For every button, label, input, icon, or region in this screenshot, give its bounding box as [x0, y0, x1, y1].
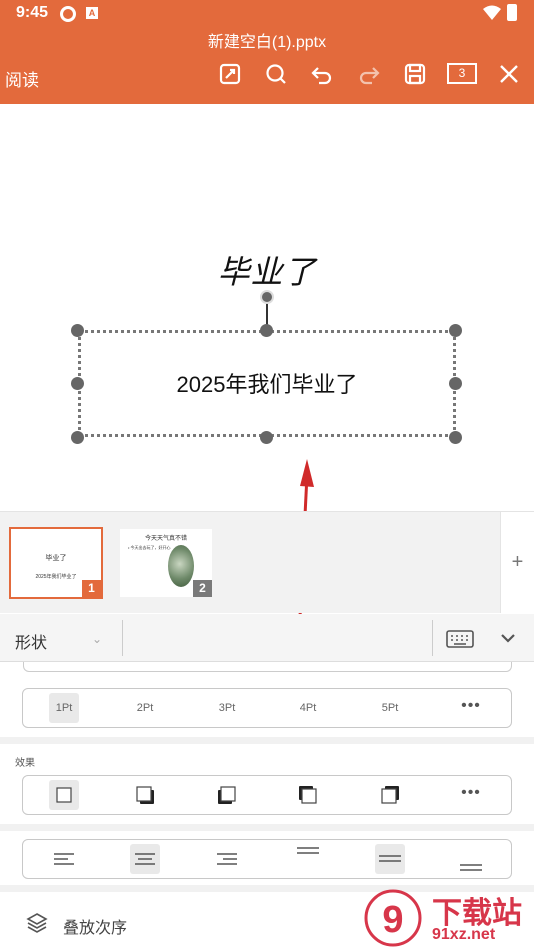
panel-title[interactable]: 形状: [15, 629, 47, 653]
rotation-stem: [266, 303, 268, 325]
thumbnail-bullet: • 今天出去玩了，好开心: [128, 545, 171, 550]
more-effects-button[interactable]: •••: [456, 780, 486, 810]
keyboard-icon[interactable]: [446, 630, 474, 648]
watermark-url: 91xz.net: [432, 926, 496, 943]
previous-card-edge: [23, 662, 512, 672]
resize-handle-top-left[interactable]: [71, 324, 84, 337]
app-a-icon: A: [86, 7, 98, 19]
line-width-row: 1Pt 2Pt 3Pt 4Pt 5Pt •••: [22, 688, 512, 728]
align-top-icon[interactable]: [293, 844, 323, 874]
document-title: 新建空白(1).pptx: [207, 34, 327, 51]
shadow-bottom-left-icon[interactable]: [212, 780, 242, 810]
slide-thumbnail-2[interactable]: 今天天气真不错 • 今天出去玩了，好开心 2: [120, 529, 212, 597]
line-width-2pt[interactable]: 2Pt: [130, 693, 160, 723]
section-separator: [0, 737, 534, 744]
shadow-top-right-icon[interactable]: [375, 780, 405, 810]
thumbnail-title: 毕业了: [45, 555, 67, 562]
site-watermark: 9 下载站 91xz.net: [362, 888, 534, 950]
slide-canvas[interactable]: 毕业了 2025年我们毕业了: [0, 104, 534, 508]
collapse-panel-icon[interactable]: [500, 630, 516, 646]
thumbnail-number: 2: [193, 580, 212, 597]
resize-handle-right[interactable]: [449, 377, 462, 390]
align-center-icon[interactable]: [130, 844, 160, 874]
align-bottom-icon[interactable]: [456, 844, 486, 874]
close-icon[interactable]: [497, 62, 521, 86]
thumbnail-number: 1: [82, 580, 101, 597]
battery-icon: [507, 4, 517, 21]
thumbnail-subtitle: 2025年我们毕业了: [35, 574, 77, 580]
resize-handle-bottom-left[interactable]: [71, 431, 84, 444]
line-width-4pt[interactable]: 4Pt: [293, 693, 323, 723]
top-bar: 9:45 A 新建空白(1).pptx 阅读 3: [0, 0, 534, 104]
align-middle-icon[interactable]: [375, 844, 405, 874]
more-line-widths-button[interactable]: •••: [456, 693, 486, 723]
layers-icon: [26, 913, 48, 933]
resize-handle-bottom-right[interactable]: [449, 431, 462, 444]
resize-handle-bottom[interactable]: [260, 431, 273, 444]
slide-thumbnail-strip: 毕业了 2025年我们毕业了 1 今天天气真不错 • 今天出去玩了，好开心 2 …: [0, 511, 534, 613]
rotate-handle[interactable]: [260, 290, 274, 304]
shape-panel-header: 形状 ⌄: [0, 614, 534, 662]
resize-handle-top[interactable]: [260, 324, 273, 337]
svg-text:9: 9: [382, 899, 403, 941]
add-slide-button[interactable]: +: [500, 512, 534, 613]
line-width-5pt[interactable]: 5Pt: [375, 693, 405, 723]
align-left-icon[interactable]: [49, 844, 79, 874]
read-mode-button[interactable]: 阅读: [5, 66, 39, 91]
sync-icon: [60, 6, 76, 22]
slide-thumbnail-1[interactable]: 毕业了 2025年我们毕业了 1: [9, 527, 103, 599]
effect-row: •••: [22, 775, 512, 815]
status-time: 9:45: [16, 4, 49, 21]
textbox-content[interactable]: 2025年我们毕业了: [78, 367, 456, 399]
thumbnail-photo: [168, 545, 194, 587]
save-icon[interactable]: [403, 62, 427, 86]
section-separator: [0, 824, 534, 831]
slide-title[interactable]: 毕业了: [0, 247, 534, 293]
arrange-order-label[interactable]: 叠放次序: [63, 914, 127, 938]
no-shadow-icon[interactable]: [49, 780, 79, 810]
watermark-logo: 9: [364, 889, 422, 947]
line-width-3pt[interactable]: 3Pt: [212, 693, 242, 723]
divider: [432, 620, 433, 656]
shadow-top-left-icon[interactable]: [293, 780, 323, 810]
divider: [122, 620, 123, 656]
search-icon[interactable]: [264, 62, 288, 86]
effect-label: 效果: [15, 758, 35, 769]
align-right-icon[interactable]: [212, 844, 242, 874]
undo-icon[interactable]: [310, 62, 334, 86]
wifi-icon: [483, 5, 501, 20]
thumbnail-title: 今天天气真不错: [144, 536, 187, 542]
resize-handle-left[interactable]: [71, 377, 84, 390]
redo-icon[interactable]: [357, 62, 381, 86]
page-count-button[interactable]: 3: [447, 63, 477, 84]
alignment-row: [22, 839, 512, 879]
edit-icon[interactable]: [218, 62, 242, 86]
resize-handle-top-right[interactable]: [449, 324, 462, 337]
chevron-down-icon[interactable]: ⌄: [92, 632, 102, 646]
shadow-bottom-right-icon[interactable]: [130, 780, 160, 810]
line-width-1pt[interactable]: 1Pt: [49, 693, 79, 723]
